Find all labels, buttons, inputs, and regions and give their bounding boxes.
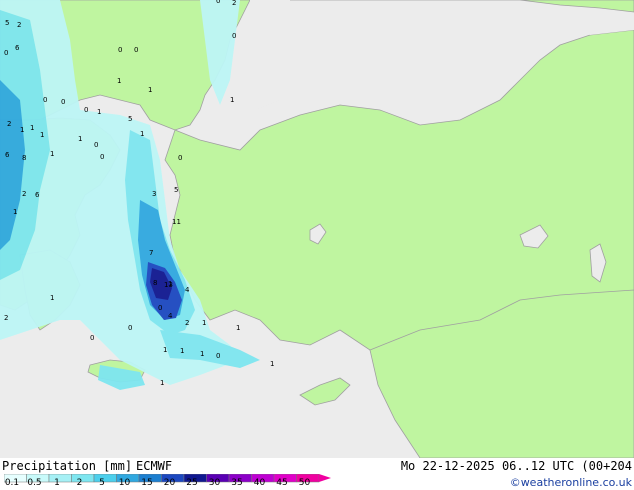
scale-tick-label: 35 [231, 478, 243, 488]
precip-value-label: 1 [13, 208, 17, 216]
precip-value-label: 1 [270, 360, 274, 368]
precip-value-label: 0 [100, 153, 104, 161]
precip-value-label: 1 [140, 130, 144, 138]
precip-value-label: 0 [216, 352, 220, 360]
precip-value-label: 1 [202, 319, 206, 327]
scale-tick-label: 20 [163, 478, 176, 488]
precip-value-label: 0 [43, 96, 47, 104]
precip-value-label: 2 [7, 120, 11, 128]
precip-value-label: 8 [153, 279, 157, 287]
precip-value-label: 5 [174, 186, 178, 194]
precip-value-label: 1 [50, 150, 54, 158]
precip-value-label: 0 [134, 46, 138, 54]
precip-value-label: 0 [178, 154, 182, 162]
precip-value-label: 0 [232, 32, 236, 40]
precipitation-map: 5 2 0 6 0 0 2 0 0 1 1 1 0 1 2 1 1 0 1 5 1 0 1 0 0 6 8 1 2 6 1 11 5 3 0 7 8 1 4… [0, 0, 634, 458]
precip-value-label: 2 [22, 190, 26, 198]
scale-tick-label: 0.1 [4, 478, 20, 488]
scale-tick-label: 50 [298, 478, 311, 488]
scale-tick-label: 45 [276, 478, 288, 488]
precip-value-label: 1 [180, 347, 184, 355]
precip-value-label: 4 [185, 286, 190, 294]
precip-value-label: 1 [117, 77, 121, 85]
scale-tick-label: 25 [186, 478, 198, 488]
scale-ticks: 0.1 0.5 1 2 5 10 15 20 25 30 35 40 45 50 [0, 478, 340, 490]
precip-value-label: 1 [78, 135, 82, 143]
scale-tick-label: 2 [76, 478, 83, 488]
precip-value-label: 5 [128, 115, 132, 123]
legend-title: Precipitation [mm] [2, 459, 133, 473]
precip-value-label: 2 [4, 314, 8, 322]
precip-value-label: 5 [5, 19, 9, 27]
scale-tick-label: 10 [118, 478, 131, 488]
credit-link[interactable]: ©weatheronline.co.uk [510, 476, 632, 489]
precip-value-label: 1 [236, 324, 240, 332]
scale-tick-label: 5 [99, 478, 105, 488]
model-name: ECMWF [136, 459, 173, 473]
precip-value-label: 0 [94, 141, 98, 149]
precip-value-label: 1 [148, 86, 152, 94]
precip-value-label: 2 [232, 0, 236, 7]
scale-tick-label: 30 [208, 478, 221, 488]
scale-tick-label: 1 [54, 478, 60, 488]
precip-value-label: 0 [61, 98, 65, 106]
precip-value-label: 0 [128, 324, 132, 332]
precip-value-label: 1 [97, 108, 101, 116]
precip-value-label: 1 [30, 124, 34, 132]
precip-value-label: 6 [5, 151, 10, 159]
precip-value-label: 13 [164, 281, 173, 289]
precip-value-label: 0 [216, 0, 220, 5]
precip-value-label: 1 [230, 96, 234, 104]
precip-value-label: 6 [35, 191, 40, 199]
precip-value-label: 0 [118, 46, 122, 54]
precip-value-label: 3 [152, 190, 156, 198]
precip-value-label: 2 [185, 319, 189, 327]
precip-value-label: 2 [17, 21, 21, 29]
precip-value-label: 0 [90, 334, 94, 342]
precip-value-label: 1 [163, 346, 167, 354]
scale-tick-label: 40 [253, 478, 266, 488]
precip-value-label: 1 [20, 126, 24, 134]
scale-tick-label: 0.5 [27, 478, 42, 488]
scale-tick-label: 15 [141, 478, 153, 488]
valid-datetime: Mo 22-12-2025 06..12 UTC (00+204 [400, 459, 632, 473]
precip-value-label: 1 [200, 350, 204, 358]
precip-value-label: 6 [15, 44, 20, 52]
precip-value-label: 1 [40, 131, 44, 139]
precip-value-label: 1 [50, 294, 54, 302]
precip-value-label: 1 [160, 379, 164, 387]
precip-value-label: 11 [172, 218, 181, 226]
precip-value-label: 0 [84, 106, 88, 114]
precip-value-label: 0 [158, 304, 162, 312]
precip-value-label: 7 [149, 249, 153, 257]
precip-value-label: 8 [22, 154, 26, 162]
precip-value-label: 4 [168, 312, 173, 320]
precip-value-label: 0 [4, 49, 8, 57]
